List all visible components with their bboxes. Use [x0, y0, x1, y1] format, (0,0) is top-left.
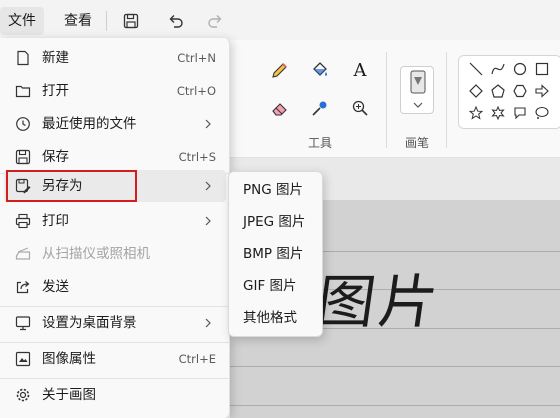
pencil-icon[interactable]	[266, 56, 294, 84]
eraser-icon[interactable]	[266, 94, 294, 122]
menu-item-about[interactable]: 关于画图	[4, 379, 226, 411]
chevron-right-icon	[202, 317, 214, 329]
menu-item-save[interactable]: 保存 Ctrl+S	[4, 141, 226, 173]
menu-item-open[interactable]: 打开 Ctrl+O	[4, 75, 226, 107]
clock-icon	[14, 115, 32, 133]
star-shape-icon[interactable]	[467, 104, 485, 122]
submenu-item-bmp[interactable]: BMP 图片	[233, 239, 319, 269]
shapes-gallery[interactable]	[458, 55, 560, 129]
submenu-item-gif[interactable]: GIF 图片	[233, 271, 319, 301]
undo-icon[interactable]	[163, 8, 189, 34]
brush-button[interactable]	[400, 66, 434, 114]
redo-icon[interactable]	[202, 8, 228, 34]
cloud-bubble-shape-icon[interactable]	[533, 104, 551, 122]
folder-icon	[14, 82, 32, 100]
star6-shape-icon[interactable]	[489, 104, 507, 122]
chevron-right-icon	[202, 118, 214, 130]
speech-bubble-shape-icon[interactable]	[511, 104, 529, 122]
save-as-submenu: PNG 图片 JPEG 图片 BMP 图片 GIF 图片 其他格式	[228, 171, 323, 337]
scanner-icon	[14, 245, 32, 263]
ribbon-separator	[386, 52, 387, 148]
menu-item-send[interactable]: 发送	[4, 271, 226, 303]
tools-group-label: 工具	[308, 136, 333, 150]
menu-item-new[interactable]: 新建 Ctrl+N	[4, 42, 226, 74]
color-picker-icon[interactable]	[306, 94, 334, 122]
file-menu: 新建 Ctrl+N 打开 Ctrl+O 最近使用的文件 保存 Ctrl+S 另存…	[0, 38, 230, 418]
menu-item-set-desktop-background[interactable]: 设置为桌面背景	[4, 307, 226, 339]
pentagon-shape-icon[interactable]	[489, 82, 507, 100]
menu-item-image-properties[interactable]: 图像属性 Ctrl+E	[4, 343, 226, 375]
submenu-item-other-formats[interactable]: 其他格式	[233, 303, 319, 333]
new-file-icon	[14, 49, 32, 67]
chevron-right-icon	[202, 180, 214, 192]
text-icon[interactable]: A	[346, 56, 374, 84]
menu-item-recent[interactable]: 最近使用的文件	[4, 108, 226, 140]
menubar-separator	[106, 11, 107, 31]
chevron-right-icon	[202, 215, 214, 227]
share-icon	[14, 278, 32, 296]
line-shape-icon[interactable]	[467, 60, 485, 78]
menu-bar: 文件 查看	[0, 0, 560, 40]
hexagon-shape-icon[interactable]	[511, 82, 529, 100]
desktop-icon	[14, 314, 32, 332]
ruled-line	[230, 405, 560, 406]
file-menu-button[interactable]: 文件	[0, 7, 44, 35]
properties-icon	[14, 350, 32, 368]
oval-shape-icon[interactable]	[511, 60, 529, 78]
magnifier-icon[interactable]	[346, 94, 374, 122]
brush-group-label: 画笔	[405, 136, 430, 150]
brush-icon	[410, 70, 426, 108]
printer-icon	[14, 212, 32, 230]
rectangle-shape-icon[interactable]	[533, 60, 551, 78]
menu-item-print[interactable]: 打印	[4, 205, 226, 237]
handwritten-text: 图片	[312, 268, 447, 336]
view-menu-button[interactable]: 查看	[56, 7, 100, 35]
diamond-shape-icon[interactable]	[467, 82, 485, 100]
curve-shape-icon[interactable]	[489, 60, 507, 78]
save-icon[interactable]	[118, 8, 144, 34]
submenu-item-jpeg[interactable]: JPEG 图片	[233, 207, 319, 237]
highlight-annotation-box	[6, 170, 137, 202]
ribbon-separator	[446, 52, 447, 148]
menu-item-scanner: 从扫描仪或照相机	[4, 238, 226, 270]
ruled-line	[230, 366, 560, 367]
save-icon	[14, 148, 32, 166]
gear-icon	[14, 386, 32, 404]
submenu-item-png[interactable]: PNG 图片	[233, 175, 319, 205]
fill-icon[interactable]	[306, 56, 334, 84]
arrow-shape-icon[interactable]	[533, 82, 551, 100]
